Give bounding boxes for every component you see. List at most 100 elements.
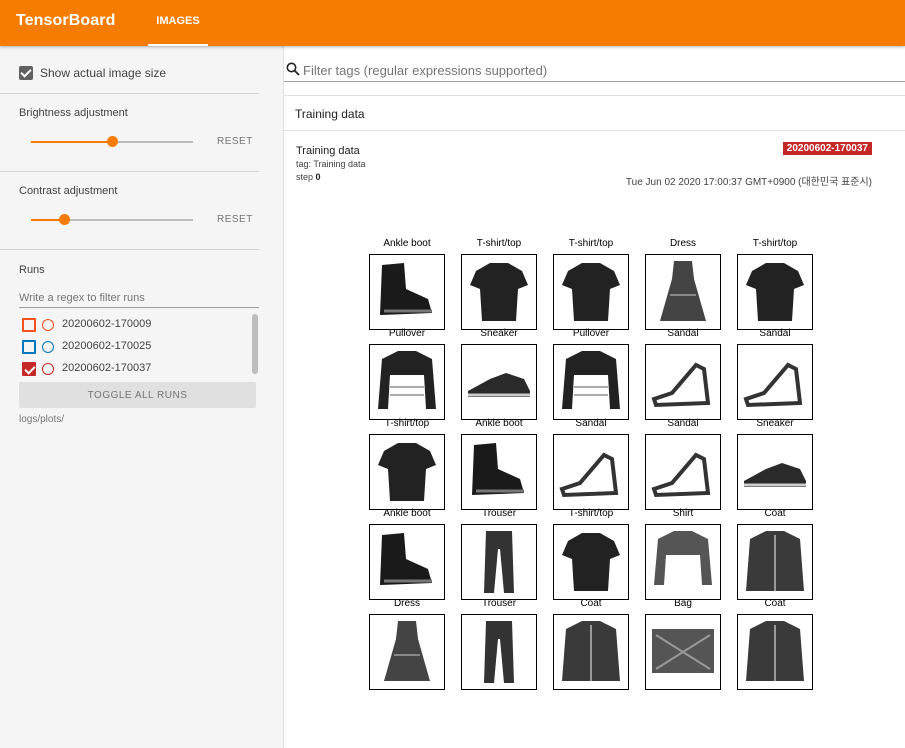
fashion-mnist-image-grid[interactable]: Ankle boot T-shirt/top T-shirt/top Dress T-s…	[362, 238, 822, 694]
brightness-slider-knob[interactable]	[107, 136, 118, 147]
run-name: 20200602-170009	[62, 318, 152, 330]
run-color-swatch	[42, 341, 54, 353]
image-card-step: step 0	[296, 172, 321, 182]
tab-images[interactable]: IMAGES	[148, 0, 208, 46]
run-checkbox[interactable]	[22, 340, 36, 354]
fashion-item-image	[553, 254, 629, 330]
run-badge: 20200602-170037	[782, 142, 872, 155]
image-grid-cell: Dress	[638, 238, 730, 330]
image-grid-label: Shirt	[672, 508, 694, 519]
image-grid-label: Bag	[674, 598, 692, 609]
show-actual-size-checkbox[interactable]	[19, 66, 33, 80]
image-grid-label: Dress	[669, 238, 697, 249]
image-grid-label: Sneaker	[480, 328, 518, 339]
top-app-bar: TensorBoard IMAGES	[0, 0, 905, 46]
fashion-item-image	[737, 614, 813, 690]
image-grid-label: Sandal	[575, 418, 607, 429]
image-grid-cell: T-shirt/top	[454, 238, 546, 330]
contrast-slider[interactable]	[31, 214, 193, 225]
fashion-item-image	[645, 614, 721, 690]
image-grid-label: Sneaker	[756, 418, 794, 429]
image-grid-cell: Coat	[730, 508, 822, 600]
runs-scrollbar[interactable]	[252, 314, 258, 374]
image-grid-cell: Pullover	[362, 328, 454, 420]
image-grid-label: Sandal	[667, 418, 699, 429]
image-grid-cell: Pullover	[546, 328, 638, 420]
image-grid-label: T-shirt/top	[384, 418, 430, 429]
tag-group-header[interactable]: Training data	[284, 95, 905, 131]
contrast-slider-knob[interactable]	[59, 214, 70, 225]
step-value: 0	[315, 172, 321, 182]
tab-images-label: IMAGES	[156, 15, 200, 27]
image-grid-cell: Coat	[730, 598, 822, 690]
image-grid-label: Trouser	[481, 508, 517, 519]
image-grid-label: Ankle boot	[475, 418, 523, 429]
run-name: 20200602-170037	[62, 362, 152, 374]
image-grid-label: Coat	[580, 598, 602, 609]
image-grid-cell: Sneaker	[454, 328, 546, 420]
brightness-reset-button[interactable]: RESET	[217, 136, 253, 147]
run-row[interactable]: 20200602-170025	[22, 339, 252, 355]
run-color-swatch	[42, 319, 54, 331]
fashion-item-image	[553, 434, 629, 510]
fashion-item-image	[369, 344, 445, 420]
image-grid-label: Trouser	[481, 598, 517, 609]
fashion-item-image	[369, 434, 445, 510]
fashion-item-image	[369, 614, 445, 690]
image-grid-cell: Ankle boot	[454, 418, 546, 510]
run-filter-input[interactable]	[19, 288, 259, 308]
image-grid-cell: Trouser	[454, 598, 546, 690]
image-grid-cell: Ankle boot	[362, 508, 454, 600]
run-checkbox[interactable]	[22, 362, 36, 376]
image-size-section: Show actual image size	[0, 46, 259, 94]
image-grid-label: Sandal	[667, 328, 699, 339]
image-grid-label: Ankle boot	[383, 508, 431, 519]
fashion-item-image	[461, 434, 537, 510]
image-grid-cell: Sandal	[546, 418, 638, 510]
fashion-item-image	[645, 434, 721, 510]
image-grid-cell: Shirt	[638, 508, 730, 600]
run-row[interactable]: 20200602-170009	[22, 317, 252, 333]
fashion-item-image	[553, 524, 629, 600]
image-grid-cell: T-shirt/top	[730, 238, 822, 330]
image-grid-label: T-shirt/top	[752, 238, 798, 249]
run-color-swatch	[42, 363, 54, 375]
image-grid-label: Pullover	[388, 328, 426, 339]
brightness-label: Brightness adjustment	[19, 107, 128, 119]
sidebar: Show actual image size Brightness adjust…	[0, 46, 284, 748]
fashion-item-image	[645, 344, 721, 420]
tag-filter	[284, 58, 905, 82]
image-grid-cell: Sandal	[730, 328, 822, 420]
fashion-item-image	[461, 344, 537, 420]
image-card-tag: tag: Training data	[296, 159, 366, 169]
run-row[interactable]: 20200602-170037	[22, 361, 252, 377]
fashion-item-image	[553, 614, 629, 690]
image-grid-cell: Sneaker	[730, 418, 822, 510]
run-checkbox[interactable]	[22, 318, 36, 332]
run-name: 20200602-170025	[62, 340, 152, 352]
image-grid-cell: Sandal	[638, 418, 730, 510]
tag-filter-input[interactable]	[303, 61, 893, 79]
contrast-section: Contrast adjustment RESET	[0, 172, 259, 250]
image-grid-label: Coat	[764, 598, 786, 609]
image-grid-label: T-shirt/top	[476, 238, 522, 249]
contrast-label: Contrast adjustment	[19, 185, 118, 197]
runs-title: Runs	[19, 264, 45, 276]
brightness-slider[interactable]	[31, 136, 193, 147]
image-grid-cell: Bag	[638, 598, 730, 690]
image-grid-cell: Trouser	[454, 508, 546, 600]
image-grid-label: Ankle boot	[383, 238, 431, 249]
search-icon	[286, 62, 300, 76]
image-grid-label: T-shirt/top	[568, 508, 614, 519]
image-timestamp: Tue Jun 02 2020 17:00:37 GMT+0900 (대한민국 …	[625, 177, 872, 188]
image-grid-cell: T-shirt/top	[546, 238, 638, 330]
fashion-item-image	[553, 344, 629, 420]
image-grid-label: Dress	[393, 598, 421, 609]
fashion-item-image	[461, 524, 537, 600]
image-grid-label: T-shirt/top	[568, 238, 614, 249]
tag-group-title: Training data	[295, 107, 365, 121]
toggle-all-runs-button[interactable]: TOGGLE ALL RUNS	[19, 382, 256, 408]
fashion-item-image	[645, 254, 721, 330]
contrast-reset-button[interactable]: RESET	[217, 214, 253, 225]
image-grid-label: Coat	[764, 508, 786, 519]
